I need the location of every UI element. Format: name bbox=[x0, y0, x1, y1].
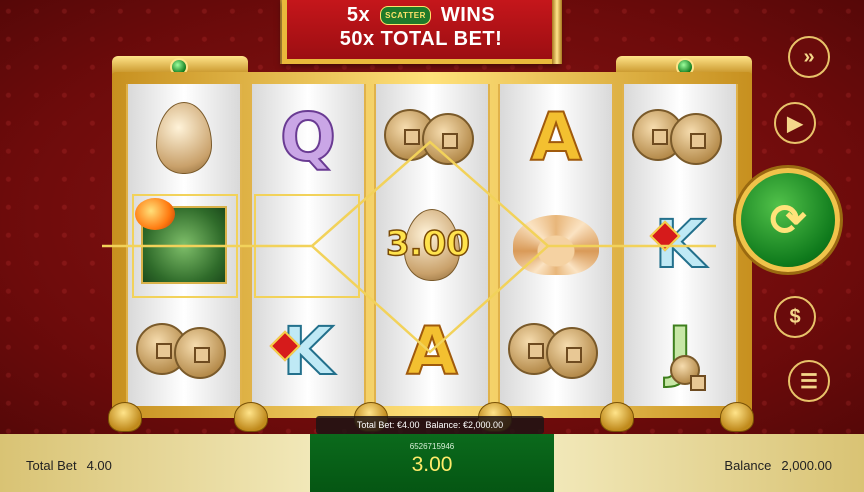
coin-ornament-icon bbox=[234, 402, 268, 432]
hamburger-icon: ☰ bbox=[800, 370, 818, 393]
info-total-bet-label: Total Bet: bbox=[356, 420, 395, 430]
total-bet-label: Total Bet bbox=[26, 458, 77, 473]
balance-value: 2,000.00 bbox=[781, 458, 832, 473]
balance-display: Balance 2,000.00 bbox=[724, 458, 832, 473]
spin-button[interactable]: ⟳ bbox=[736, 168, 840, 272]
bottom-status-bar: Total Bet 4.00 6526715946 3.00 Balance 2,0… bbox=[0, 434, 864, 492]
win-amount-display: 3.00 bbox=[385, 223, 470, 265]
bet-button[interactable]: $ bbox=[774, 296, 816, 338]
coin-ornament-icon bbox=[720, 402, 754, 432]
autoplay-icon: ▶ bbox=[787, 112, 803, 135]
info-balance-label: Balance: bbox=[425, 420, 461, 430]
total-bet-value: 4.00 bbox=[86, 458, 112, 473]
spin-icon: ⟳ bbox=[769, 195, 807, 245]
turbo-button[interactable]: » bbox=[788, 36, 830, 78]
win-panel: 6526715946 3.00 bbox=[310, 434, 554, 492]
balance-label: Balance bbox=[724, 458, 772, 473]
round-id: 6526715946 bbox=[409, 442, 455, 451]
coin-ornament-icon bbox=[108, 402, 142, 432]
bet-balance-info-bar: Total Bet: €4.00 Balance: €2,000.00 bbox=[316, 416, 544, 434]
win-panel-amount: 3.00 bbox=[411, 453, 453, 476]
info-balance-value: €2,000.00 bbox=[463, 420, 504, 430]
info-total-bet-value: €4.00 bbox=[396, 420, 420, 430]
autoplay-button[interactable]: ▶ bbox=[774, 102, 816, 144]
total-bet-display: Total Bet 4.00 bbox=[26, 458, 112, 473]
fast-forward-icon: » bbox=[803, 45, 815, 68]
menu-button[interactable]: ☰ bbox=[788, 360, 830, 402]
dollar-icon: $ bbox=[789, 305, 801, 328]
coin-ornament-icon bbox=[600, 402, 634, 432]
